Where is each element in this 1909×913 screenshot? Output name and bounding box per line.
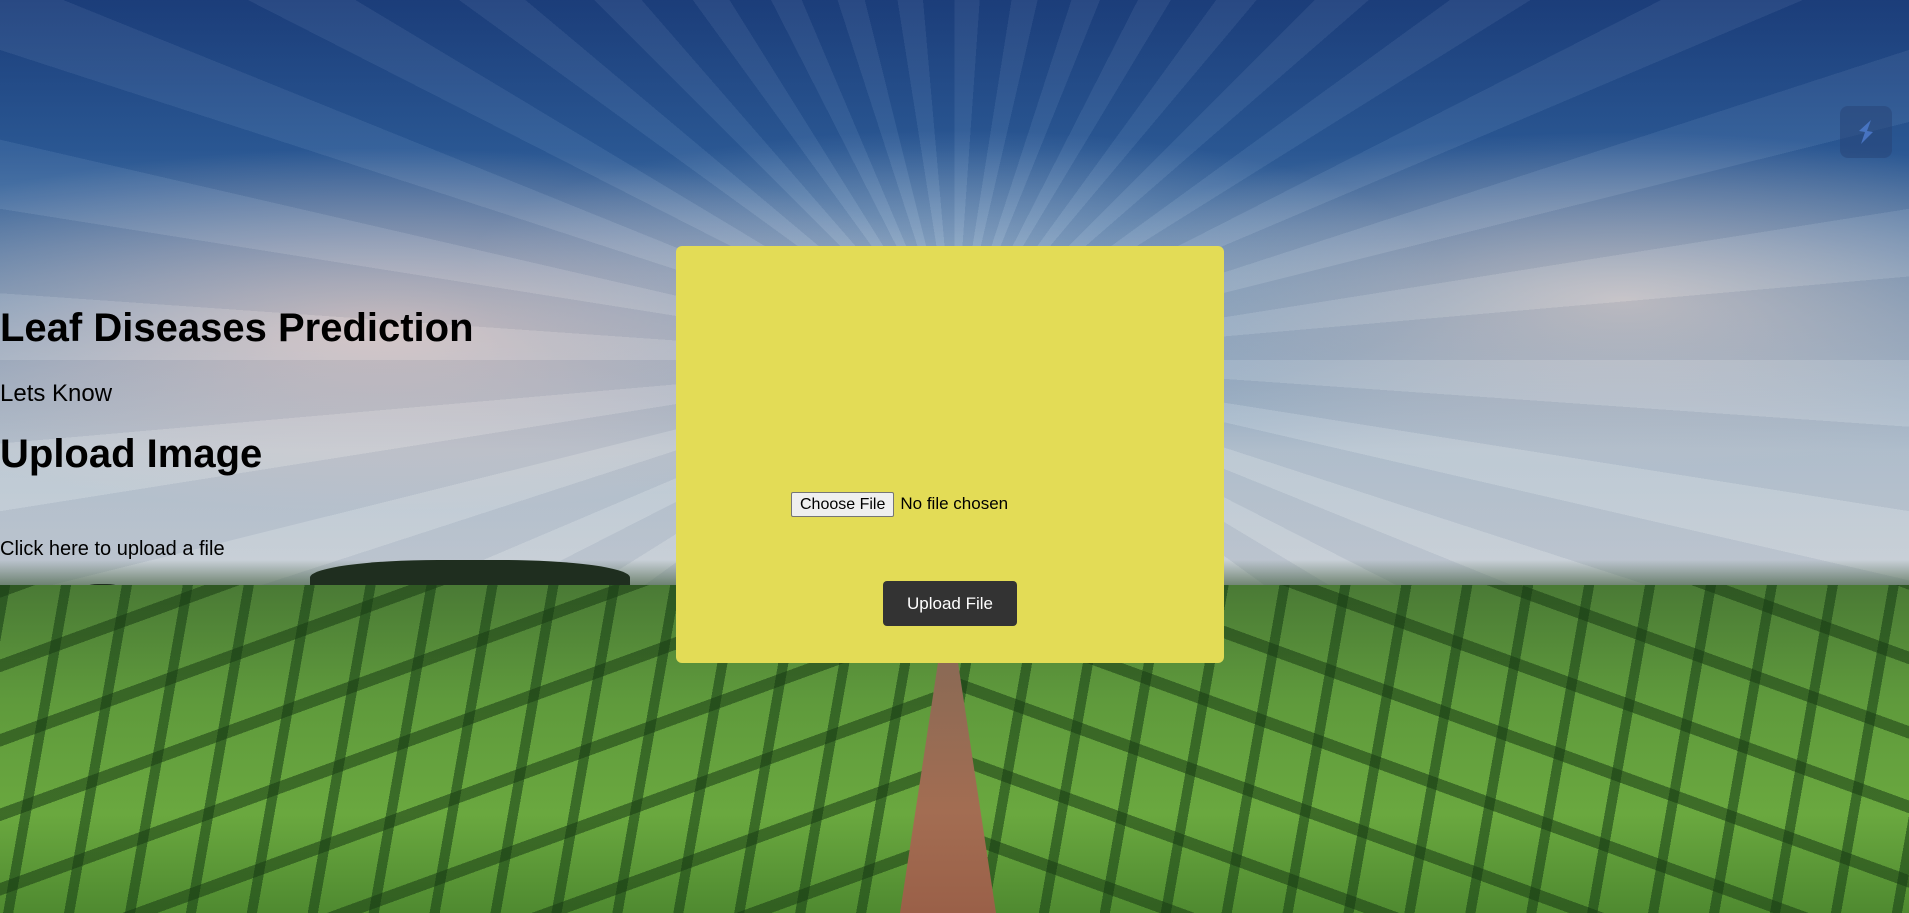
file-status: No file chosen [900,494,1009,513]
extension-button[interactable] [1840,106,1892,158]
file-input[interactable]: Choose File No file chosen [791,491,1008,517]
upload-hint: Click here to upload a file [0,538,225,560]
choose-file-button[interactable]: Choose File [791,491,895,517]
page-title: Leaf Diseases Prediction [0,306,474,350]
upload-file-button[interactable]: Upload File [883,581,1017,626]
upload-heading: Upload Image [0,432,263,476]
extension-icon [1859,120,1873,144]
subtitle: Lets Know [0,380,113,407]
